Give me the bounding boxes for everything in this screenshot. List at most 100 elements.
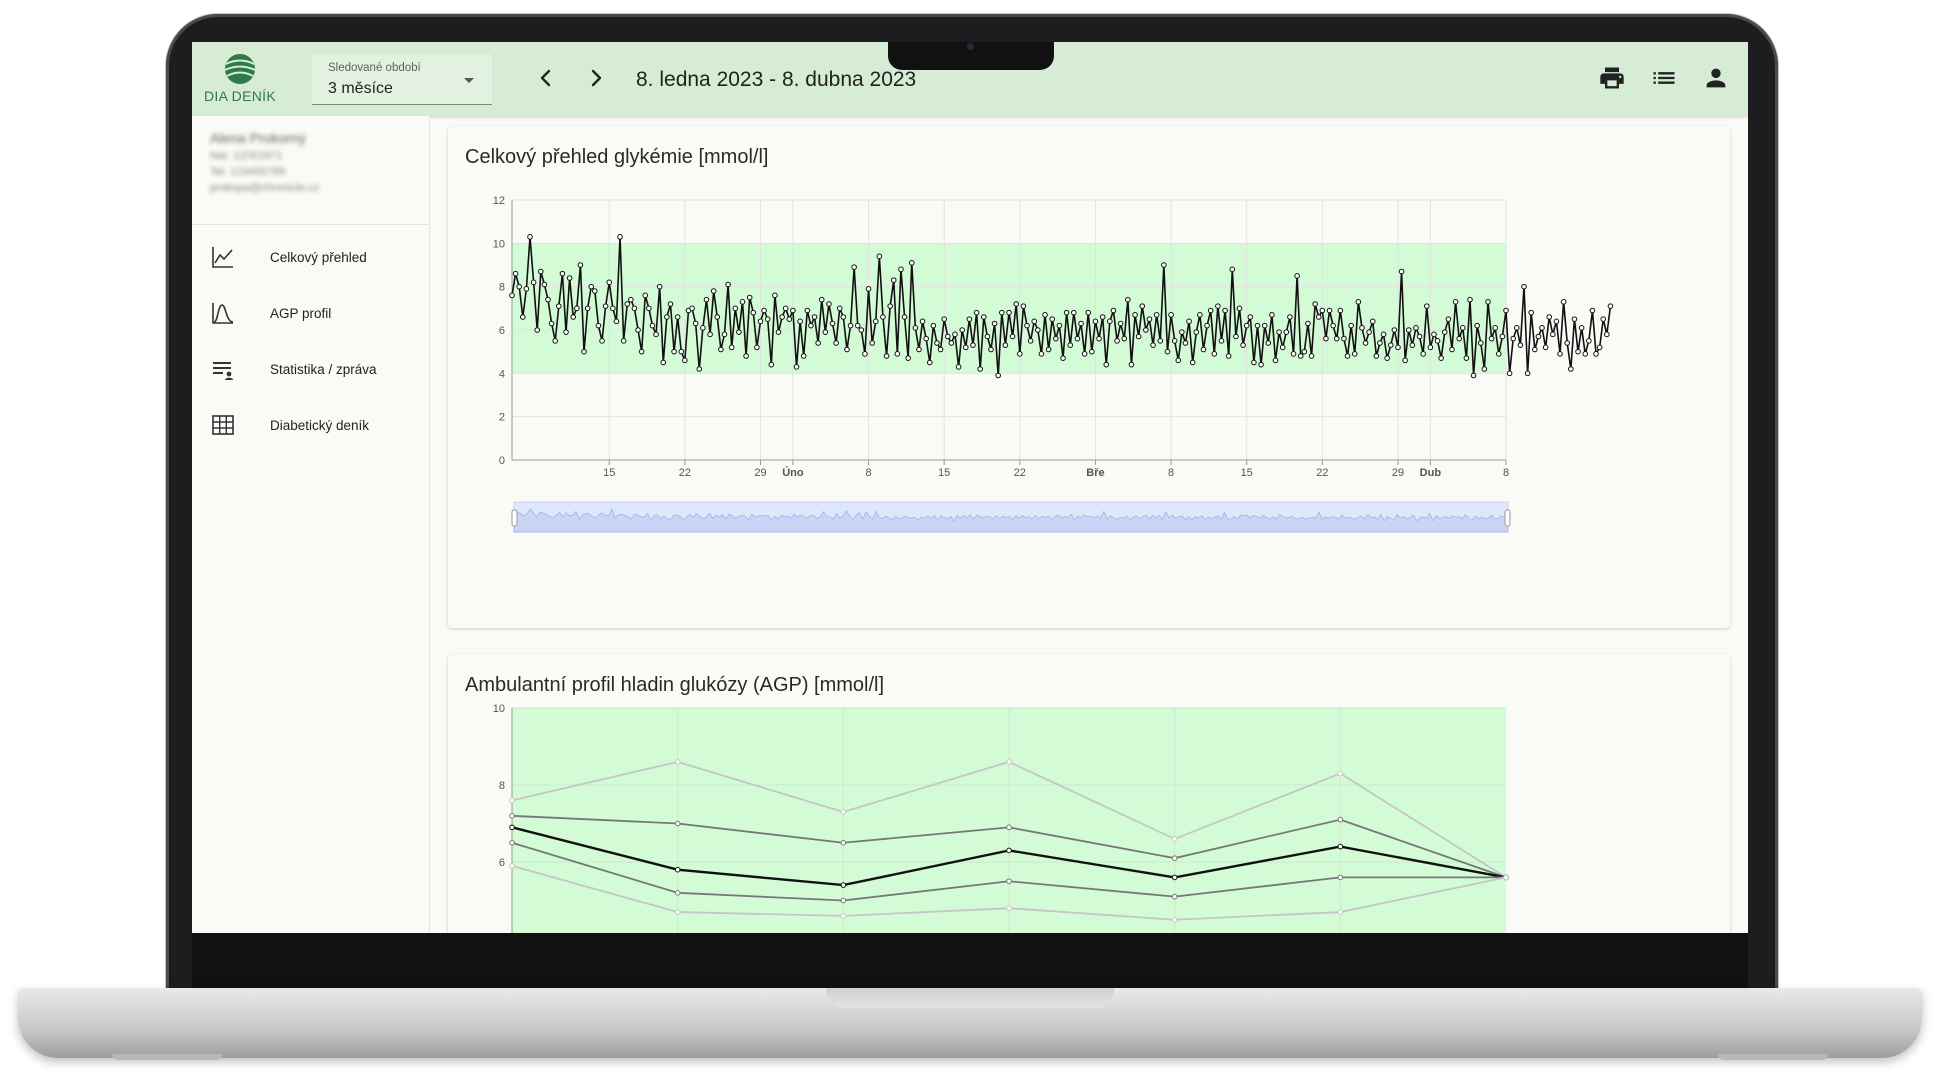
data-point xyxy=(700,325,706,331)
data-point xyxy=(1366,329,1372,335)
data-point xyxy=(1398,268,1405,275)
data-point xyxy=(1434,338,1441,344)
app-logo[interactable]: DIA DENÍK xyxy=(200,52,280,104)
sidebar-item-label: AGP profil xyxy=(270,306,332,321)
data-point xyxy=(1171,874,1178,881)
data-point xyxy=(736,329,742,335)
data-point xyxy=(1315,314,1322,320)
data-point xyxy=(815,340,821,346)
data-point xyxy=(1495,351,1502,357)
data-point xyxy=(1060,355,1066,361)
data-point xyxy=(1405,327,1412,333)
data-point xyxy=(512,270,519,277)
data-point xyxy=(1431,331,1437,338)
data-point xyxy=(674,890,681,896)
data-point xyxy=(1532,346,1538,353)
data-point xyxy=(577,262,584,268)
data-point xyxy=(678,348,685,355)
data-point xyxy=(523,286,530,292)
navigator-handle-right xyxy=(1504,509,1511,527)
sidebar-item-statistics[interactable]: Statistika / zpráva xyxy=(192,346,429,392)
previous-period-button[interactable] xyxy=(532,64,560,92)
data-point xyxy=(1283,329,1290,335)
data-point xyxy=(1171,836,1178,842)
print-button[interactable] xyxy=(1598,64,1626,92)
data-point xyxy=(1395,344,1401,351)
data-point xyxy=(941,316,947,322)
sidebar-item-overview[interactable]: Celkový přehled xyxy=(192,234,429,280)
next-period-button[interactable] xyxy=(582,64,610,92)
patient-phone: Tel. 123456789 xyxy=(210,166,286,178)
data-point xyxy=(1423,303,1430,309)
data-point xyxy=(1067,342,1074,348)
data-point xyxy=(1078,320,1084,327)
sidebar-item-label: Celkový přehled xyxy=(270,250,367,265)
data-point xyxy=(570,314,577,320)
glycemia-overview-chart[interactable]: 0 2 4 6 8 10 12 15 22 29 Úno 8 15 22 Bře 8 15 22 29 Dub 8 xyxy=(448,126,1730,628)
laptop-opening-notch xyxy=(826,988,1114,1008)
data-point xyxy=(1571,316,1578,322)
data-point xyxy=(1081,351,1088,357)
data-point xyxy=(977,366,983,372)
x-tick-label: Úno xyxy=(782,466,804,479)
data-point xyxy=(631,305,638,312)
data-point xyxy=(1107,318,1113,325)
sidebar-item-diary[interactable]: Diabetický deník xyxy=(192,402,429,448)
data-point xyxy=(1042,312,1048,318)
account-button[interactable] xyxy=(1702,64,1730,92)
y-tick-label: 6 xyxy=(499,325,505,337)
data-point xyxy=(1337,874,1344,881)
data-point xyxy=(1578,325,1585,331)
data-point xyxy=(1269,312,1275,318)
data-point xyxy=(901,314,908,320)
data-point xyxy=(1218,338,1225,344)
data-point xyxy=(1568,366,1574,372)
data-point xyxy=(1103,361,1110,368)
data-point xyxy=(1146,316,1153,322)
data-point xyxy=(1222,307,1228,314)
y-tick-label: 4 xyxy=(499,368,505,380)
data-point xyxy=(1542,344,1549,351)
sidebar: Alena Prokorný Nar. 12/3/1971 Tel. 12345… xyxy=(192,116,430,933)
data-point xyxy=(1341,335,1347,342)
data-point xyxy=(541,281,548,288)
data-point xyxy=(1373,353,1380,359)
data-point xyxy=(653,331,659,338)
patient-email: prokopa@chronicle.cz xyxy=(210,182,319,194)
x-tick-label: 29 xyxy=(1392,467,1404,479)
sidebar-item-agp[interactable]: AGP profil xyxy=(192,290,429,336)
data-point xyxy=(966,316,973,322)
data-point xyxy=(1045,346,1052,353)
data-point xyxy=(674,314,681,320)
data-point xyxy=(1006,824,1012,831)
x-tick-label: Bře xyxy=(1086,467,1104,479)
app-screen: DIA DENÍK Sledované období 3 měsíce 8. l… xyxy=(192,42,1748,933)
data-point xyxy=(613,318,620,325)
data-point xyxy=(1474,322,1480,329)
data-point xyxy=(1171,916,1178,923)
data-point xyxy=(620,338,627,344)
list-view-button[interactable] xyxy=(1650,64,1678,92)
data-point xyxy=(592,288,598,294)
divider xyxy=(192,224,429,225)
data-point xyxy=(674,820,681,827)
data-point xyxy=(923,335,929,342)
data-point xyxy=(1506,370,1513,377)
y-tick-label: 0 xyxy=(499,455,505,467)
y-tick-label: 6 xyxy=(499,857,505,869)
data-point xyxy=(595,322,602,329)
x-tick-label: 8 xyxy=(1168,467,1174,479)
data-point xyxy=(714,314,721,320)
data-point xyxy=(1168,312,1174,318)
agp-chart[interactable]: 6 8 10 xyxy=(448,654,1730,933)
data-point xyxy=(1524,370,1531,377)
data-point xyxy=(955,364,962,370)
data-point xyxy=(1514,325,1520,331)
data-point xyxy=(635,327,641,333)
data-point xyxy=(1481,366,1488,372)
data-point xyxy=(757,318,764,325)
data-point xyxy=(754,344,760,351)
period-select[interactable]: Sledované období 3 měsíce xyxy=(312,54,492,105)
data-point xyxy=(563,329,569,335)
data-point xyxy=(836,305,843,312)
